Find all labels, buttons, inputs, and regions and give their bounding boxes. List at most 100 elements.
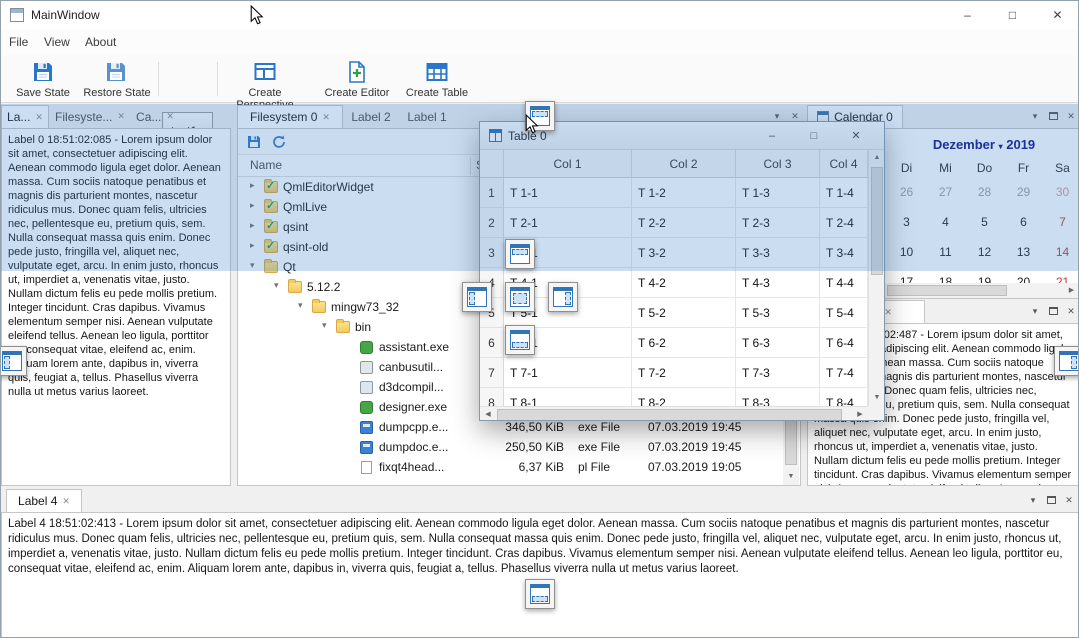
tab-label0[interactable]: La... ✕ xyxy=(1,105,49,128)
row-header[interactable]: 6 xyxy=(480,328,504,358)
expand-icon[interactable]: ▸ xyxy=(250,200,255,211)
panel-close-button[interactable]: ✕ xyxy=(1061,492,1077,508)
drop-indicator-edge-left[interactable] xyxy=(0,346,27,376)
expand-icon[interactable]: ▸ xyxy=(250,240,255,251)
calendar-day[interactable]: 13 xyxy=(1004,238,1043,266)
calendar-day[interactable]: 29 xyxy=(1004,178,1043,206)
drop-indicator-center[interactable] xyxy=(505,282,535,312)
scroll-left-icon[interactable]: ◀ xyxy=(480,407,496,421)
create-table-button[interactable]: Create Table xyxy=(401,87,473,99)
tab-label2[interactable]: Label 2 xyxy=(343,105,399,128)
menu-about[interactable]: About xyxy=(85,29,116,55)
scroll-up-icon[interactable]: ▲ xyxy=(869,150,885,166)
undock-button[interactable] xyxy=(1045,108,1061,124)
expand-icon[interactable]: ▸ xyxy=(250,220,255,231)
panel-close-button[interactable]: ✕ xyxy=(1063,303,1079,319)
table-hscrollbar[interactable]: ◀ ▶ xyxy=(480,406,868,421)
floating-table-window[interactable]: Table 0 – □ ✕ Col 1 Col 2 Col 3 Col 4 1 … xyxy=(479,121,885,421)
scrollbar-thumb[interactable] xyxy=(887,285,1007,296)
collapse-icon[interactable]: ▾ xyxy=(274,280,279,291)
fs-refresh-icon[interactable] xyxy=(271,134,287,155)
tree-item[interactable]: dumpdoc.e... 250,50 KiB exe File 07.03.2… xyxy=(238,437,783,457)
collapse-icon[interactable]: ▾ xyxy=(322,320,327,331)
tab-close-icon[interactable]: ✕ xyxy=(884,307,892,318)
table-cell[interactable]: T 1-1 xyxy=(504,178,632,208)
drop-indicator-edge-bottom[interactable] xyxy=(525,579,555,609)
expand-icon[interactable]: ▸ xyxy=(250,180,255,191)
drop-indicator-top[interactable] xyxy=(505,239,535,269)
tab-close-icon[interactable]: ✕ xyxy=(35,112,43,123)
table-cell[interactable]: T 1-2 xyxy=(632,178,736,208)
create-editor-button[interactable]: Create Editor xyxy=(319,87,395,99)
table-cell[interactable]: T 1-3 xyxy=(736,178,820,208)
table-column-header[interactable]: Col 1 xyxy=(504,150,632,178)
tab-calendar[interactable]: Ca... ✕ xyxy=(131,105,179,128)
collapse-icon[interactable]: ▾ xyxy=(298,300,303,311)
row-header[interactable]: 3 xyxy=(480,238,504,268)
scroll-right-icon[interactable]: ▶ xyxy=(852,407,868,421)
calendar-day[interactable]: 6 xyxy=(1004,208,1043,236)
calendar-month-title[interactable]: Dezember ▾ 2019 xyxy=(888,137,1079,152)
restore-state-button[interactable]: Restore State xyxy=(79,87,155,99)
menu-view[interactable]: View xyxy=(44,29,70,55)
calendar-year[interactable]: 2019 xyxy=(1006,137,1035,152)
collapse-icon[interactable]: ▾ xyxy=(250,260,255,271)
drop-indicator-right[interactable] xyxy=(548,282,578,312)
calendar-day[interactable]: 28 xyxy=(965,178,1004,206)
row-header[interactable]: 2 xyxy=(480,208,504,238)
table-cell[interactable]: T 4-4 xyxy=(820,268,868,298)
table-cell[interactable]: T 6-3 xyxy=(736,328,820,358)
create-editor-icon[interactable] xyxy=(345,60,369,89)
scroll-down-icon[interactable]: ▼ xyxy=(783,469,799,485)
row-header[interactable]: 7 xyxy=(480,358,504,388)
table-column-header[interactable]: Col 2 xyxy=(632,150,736,178)
restore-state-icon[interactable] xyxy=(104,60,128,89)
drop-indicator-left[interactable] xyxy=(462,282,492,312)
panel-close-button[interactable]: ✕ xyxy=(1063,108,1079,124)
table-vscrollbar[interactable]: ▲ ▼ xyxy=(868,150,884,406)
drop-indicator-bottom[interactable] xyxy=(505,325,535,355)
column-divider[interactable] xyxy=(470,157,471,175)
tab-filesystem-0[interactable]: Filesystem 0 ✕ xyxy=(237,105,343,128)
row-header[interactable]: 1 xyxy=(480,178,504,208)
table-cell[interactable]: T 1-4 xyxy=(820,178,868,208)
tab-close-icon[interactable]: ✕ xyxy=(322,112,330,123)
calendar-day[interactable]: 27 xyxy=(926,178,965,206)
table-cell[interactable]: T 6-4 xyxy=(820,328,868,358)
tab-filesystem[interactable]: Filesyste... ✕ xyxy=(49,105,131,128)
table-cell[interactable]: T 2-3 xyxy=(736,208,820,238)
calendar-day[interactable]: 12 xyxy=(965,238,1004,266)
table-cell[interactable]: T 4-3 xyxy=(736,268,820,298)
close-button[interactable]: ✕ xyxy=(1035,1,1079,29)
drop-indicator-edge-right[interactable] xyxy=(1054,346,1079,376)
tab-label1[interactable]: Label 1 xyxy=(399,105,455,128)
tabs-menu-button[interactable]: ▾ xyxy=(1027,108,1043,124)
table-cell[interactable]: T 7-4 xyxy=(820,358,868,388)
save-state-icon[interactable] xyxy=(31,60,55,89)
tab-label4[interactable]: Label 4 ✕ xyxy=(6,489,82,512)
undock-button[interactable] xyxy=(1045,303,1061,319)
column-header-name[interactable]: Name xyxy=(250,158,282,172)
scrollbar-thumb[interactable] xyxy=(497,409,842,421)
scroll-right-icon[interactable]: ▶ xyxy=(1064,283,1079,298)
tab-close-icon[interactable]: ✕ xyxy=(166,111,174,122)
tab-close-icon[interactable]: ✕ xyxy=(117,111,125,122)
maximize-button[interactable]: □ xyxy=(802,126,826,146)
table-cell[interactable]: T 7-2 xyxy=(632,358,736,388)
table-cell[interactable]: T 5-4 xyxy=(820,298,868,328)
minimize-button[interactable]: – xyxy=(760,126,784,146)
tree-item[interactable]: fixqt4head... 6,37 KiB pl File 07.03.201… xyxy=(238,457,783,477)
calendar-day[interactable]: 4 xyxy=(926,208,965,236)
calendar-month[interactable]: Dezember xyxy=(933,137,995,152)
calendar-day[interactable]: 5 xyxy=(965,208,1004,236)
table-cell[interactable]: T 5-3 xyxy=(736,298,820,328)
tabs-menu-button[interactable]: ▾ xyxy=(1025,492,1041,508)
table-cell[interactable]: T 2-1 xyxy=(504,208,632,238)
undock-button[interactable] xyxy=(1043,492,1059,508)
create-table-icon[interactable] xyxy=(425,60,449,89)
calendar-day[interactable]: 7 xyxy=(1043,208,1079,236)
maximize-button[interactable]: □ xyxy=(990,1,1035,29)
tab-close-icon[interactable]: ✕ xyxy=(62,496,70,507)
calendar-day[interactable]: 26 xyxy=(887,178,926,206)
scroll-down-icon[interactable]: ▼ xyxy=(869,390,885,406)
